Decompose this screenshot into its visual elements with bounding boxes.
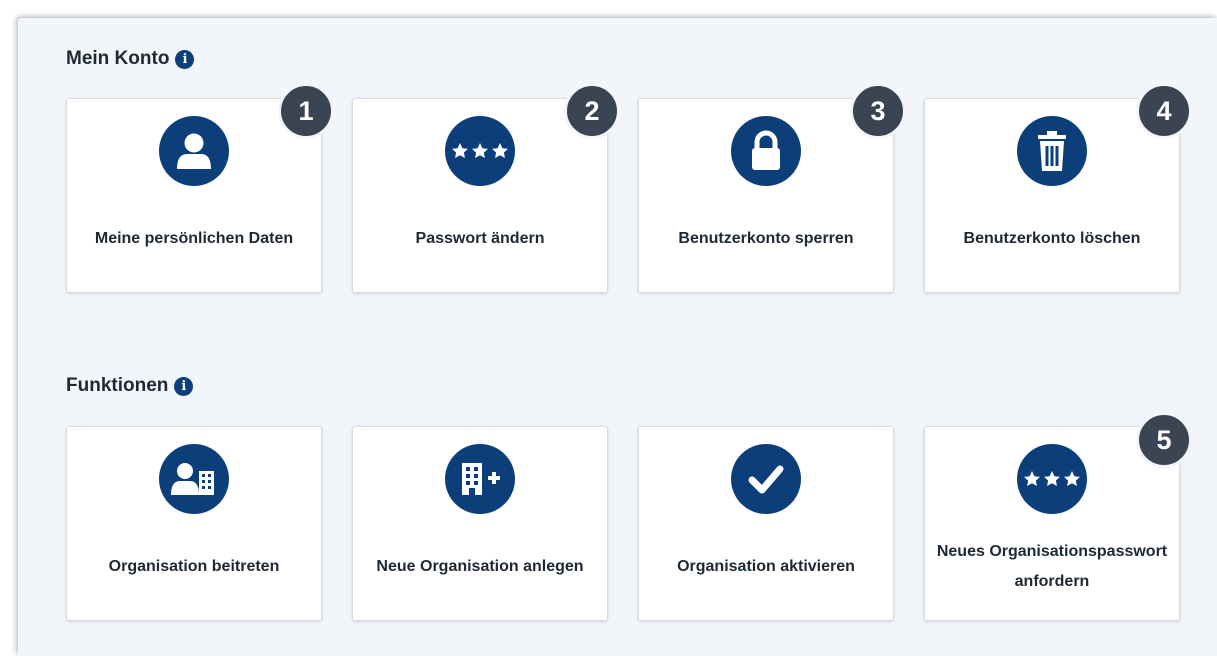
- step-badge-5: 5: [1136, 412, 1192, 468]
- account-panel: Mein Konto i Meine persönlichen Daten Pa…: [18, 18, 1217, 656]
- info-icon[interactable]: i: [175, 49, 195, 69]
- trash-icon: [1017, 116, 1087, 186]
- card-new-organisation[interactable]: Neue Organisation anlegen: [352, 426, 608, 621]
- section-title-text: Funktionen: [66, 375, 169, 396]
- step-badge-2: 2: [564, 83, 620, 139]
- user-building-icon: [159, 444, 229, 514]
- step-badge-4: 4: [1136, 83, 1192, 139]
- password-stars-icon: [445, 116, 515, 186]
- step-badge-1: 1: [278, 83, 334, 139]
- check-icon: [731, 444, 801, 514]
- card-activate-organisation[interactable]: Organisation aktivieren: [638, 426, 894, 621]
- card-label: Neue Organisation anlegen: [376, 558, 584, 575]
- building-plus-icon: [445, 444, 515, 514]
- card-join-organisation[interactable]: Organisation beitreten: [66, 426, 322, 621]
- info-icon[interactable]: i: [174, 376, 194, 396]
- step-badge-3: 3: [850, 83, 906, 139]
- section-title-funktionen: Funktionen i: [66, 375, 194, 397]
- card-label: Passwort ändern: [415, 230, 545, 247]
- card-label: Meine persönlichen Daten: [94, 230, 294, 247]
- section-title-mein-konto: Mein Konto i: [66, 48, 195, 70]
- card-label: Organisation beitreten: [108, 558, 280, 575]
- section-title-text: Mein Konto: [66, 48, 170, 69]
- lock-icon: [731, 116, 801, 186]
- card-label: Benutzerkonto sperren: [678, 230, 854, 247]
- password-stars-icon: [1017, 444, 1087, 514]
- card-label: Neues Organisationspasswort anfordern: [936, 543, 1168, 590]
- user-icon: [159, 116, 229, 186]
- card-label: Organisation aktivieren: [677, 558, 855, 575]
- card-label: Benutzerkonto löschen: [963, 230, 1141, 247]
